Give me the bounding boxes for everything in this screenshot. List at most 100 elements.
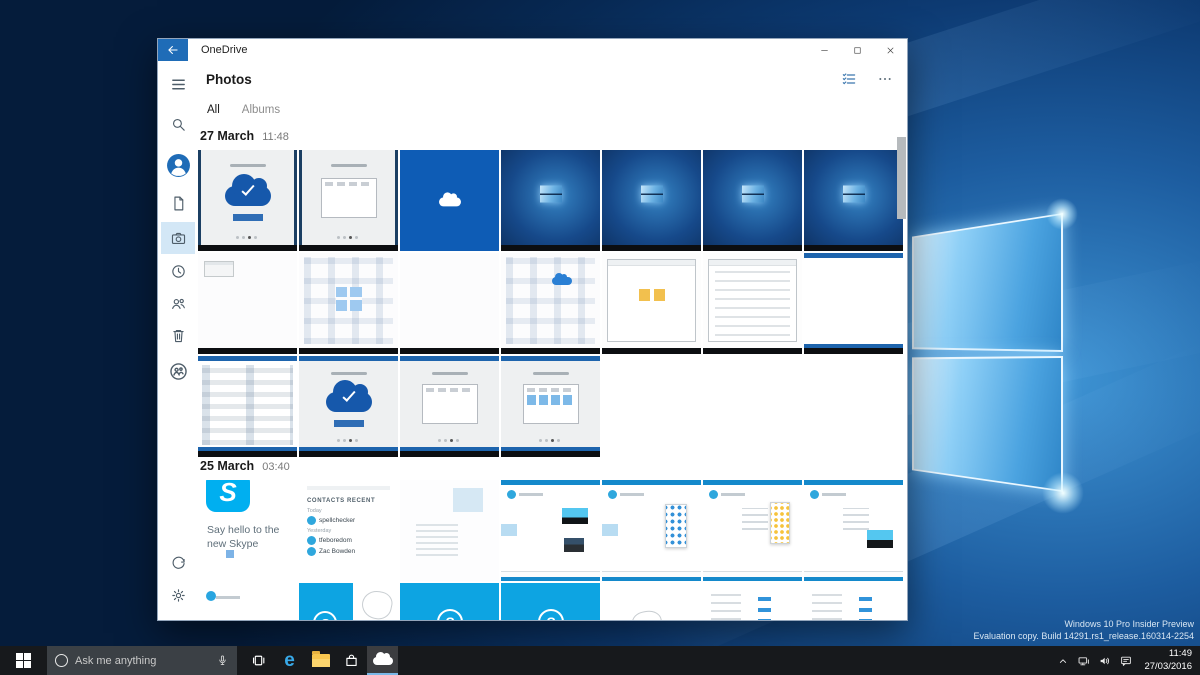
group-date[interactable]: 27 March [200,129,254,143]
sidebar-item-account[interactable] [161,152,195,178]
start-button[interactable] [0,646,47,675]
tbar-graphic [602,348,701,354]
account-icon [166,153,191,178]
taskbar-app-file-explorer[interactable] [305,646,336,675]
close-button[interactable] [874,39,907,61]
sk-bubble-graphic [602,524,618,536]
photo-thumbnail-od-blue[interactable] [400,150,499,251]
photo-thumbnail-skype-blue[interactable] [400,583,499,620]
dots-graphic [349,439,352,442]
photo-thumbnail-hero[interactable] [602,150,701,251]
sidebar-item-photos[interactable] [161,222,195,254]
tbar-graphic [198,245,297,251]
tab-all[interactable]: All [207,104,220,116]
sidebar-item-recent[interactable] [161,258,195,284]
photo-thumbnail-explorer-list[interactable] [703,253,802,354]
photo-thumbnail-app-files[interactable] [198,356,297,457]
files-icon [170,195,187,212]
sidebar-item-search[interactable] [161,111,195,137]
photo-thumbnail-app-share[interactable] [400,356,499,457]
photo-thumbnail-app-skinny[interactable] [804,253,903,354]
sidebar [158,61,198,620]
photo-thumbnail-skype-chat-top[interactable] [198,583,297,620]
photo-thumbnail-explorer-folders[interactable] [602,253,701,354]
photo-thumbnail-setup-cloud[interactable] [198,150,297,251]
photo-thumbnail-skype-chat-media2[interactable] [804,480,903,581]
taskbar-app-store[interactable] [336,646,367,675]
back-button[interactable] [158,39,188,61]
sk-media-graphic [562,508,588,524]
photo-thumbnail-desktop-plain[interactable] [198,253,297,354]
sidebar-item-sync[interactable] [161,550,195,576]
taskbar-app-edge[interactable]: e [274,646,305,675]
sidebar-item-discover[interactable] [161,358,195,384]
group-time: 11:48 [262,131,289,143]
microphone-icon[interactable] [216,654,229,667]
photo-thumbnail-skype-promo[interactable]: Say hello to the new Skype [198,480,297,581]
sidebar-item-files[interactable] [161,190,195,216]
photo-thumbnail-desktop-busy[interactable] [299,253,398,354]
sk-bot-graphic [602,577,701,581]
taskbar-app-onedrive[interactable] [367,646,398,675]
sidebar-item-recycle-bin[interactable] [161,322,195,348]
maximize-button[interactable] [841,39,874,61]
photo-thumbnail-skype-sketch[interactable] [602,583,701,620]
title-bar[interactable]: OneDrive [158,39,907,61]
photo-thumbnail-hero[interactable] [703,150,802,251]
contacts-section-label: Yesterday [307,528,395,534]
tray-chevron-up-button[interactable] [1052,646,1073,675]
folders-graphic [639,289,665,301]
sk-textcol-graphic [812,591,842,620]
photo-thumbnail-skype-chat-keypad[interactable] [602,480,701,581]
photo-thumbnail-desktop-blank[interactable] [400,253,499,354]
tray-action-center-button[interactable] [1115,646,1136,675]
photo-thumbnail-skype-contacts[interactable]: CONTACTS RECENTTodayspellcheckerYesterda… [299,480,398,581]
sk-mediaR-graphic [867,530,893,548]
select-multiple-button[interactable] [841,71,857,87]
win-sm-graphic [204,261,234,277]
sidebar-item-settings[interactable] [161,582,195,608]
photo-thumbnail-setup-share[interactable] [299,150,398,251]
logo-graphic [742,186,764,203]
blurblock-graphic [453,488,483,512]
photo-thumbnail-skype-chat-emoji[interactable] [703,480,802,581]
tab-albums[interactable]: Albums [242,104,280,116]
photo-thumbnail-skype-blue[interactable] [501,583,600,620]
photo-thumbnail-skype-blue-split[interactable] [299,583,398,620]
taskbar-clock[interactable]: 11:49 27/03/2016 [1144,648,1192,673]
taskbar-app-task-view[interactable] [243,646,274,675]
photo-thumbnail-hero[interactable] [501,150,600,251]
insider-watermark: Windows 10 Pro Insider Preview Evaluatio… [974,618,1195,642]
photo-thumbnail-desktop-cloud[interactable] [501,253,600,354]
photo-thumbnail-skype-toggles[interactable] [804,583,903,620]
contact-name: Zac Bowden [319,548,355,555]
sidebar-item-shared[interactable] [161,290,195,316]
photo-thumbnail-app-cloud[interactable] [299,356,398,457]
photo-thumbnail-app-sync[interactable] [501,356,600,457]
sk-avatar-graphic [608,490,617,499]
listlines-graphic [715,271,790,336]
photo-thumbnail-skype-chat-blur[interactable] [400,480,499,581]
win-graphic [321,178,377,218]
group-date[interactable]: 25 March [200,459,254,473]
scrollbar-thumb[interactable] [897,137,906,219]
tbar-graphic [299,245,398,251]
photo-group-header: 25 March03:40 [200,459,907,475]
skype-contacts-tabs: CONTACTS RECENT [307,498,395,504]
minimize-button[interactable] [808,39,841,61]
photo-thumbnail-skype-toggles[interactable] [703,583,802,620]
winlogo-graphic [336,287,362,311]
tray-volume-button[interactable] [1094,646,1115,675]
photo-thumbnail-hero[interactable] [804,150,903,251]
photo-thumbnail-skype-chat-media[interactable] [501,480,600,581]
dots-graphic [248,236,251,239]
hamburger-menu-button[interactable] [161,71,195,97]
tray-network-button[interactable] [1073,646,1094,675]
btn-graphic [334,420,364,427]
logo-graphic [641,186,663,203]
contact-name: tfeboredom [319,537,352,544]
file-explorer-icon [312,654,330,667]
cortana-search-box[interactable]: Ask me anything [47,646,237,675]
blurtext-graphic [416,524,458,556]
see-more-button[interactable] [877,71,893,87]
